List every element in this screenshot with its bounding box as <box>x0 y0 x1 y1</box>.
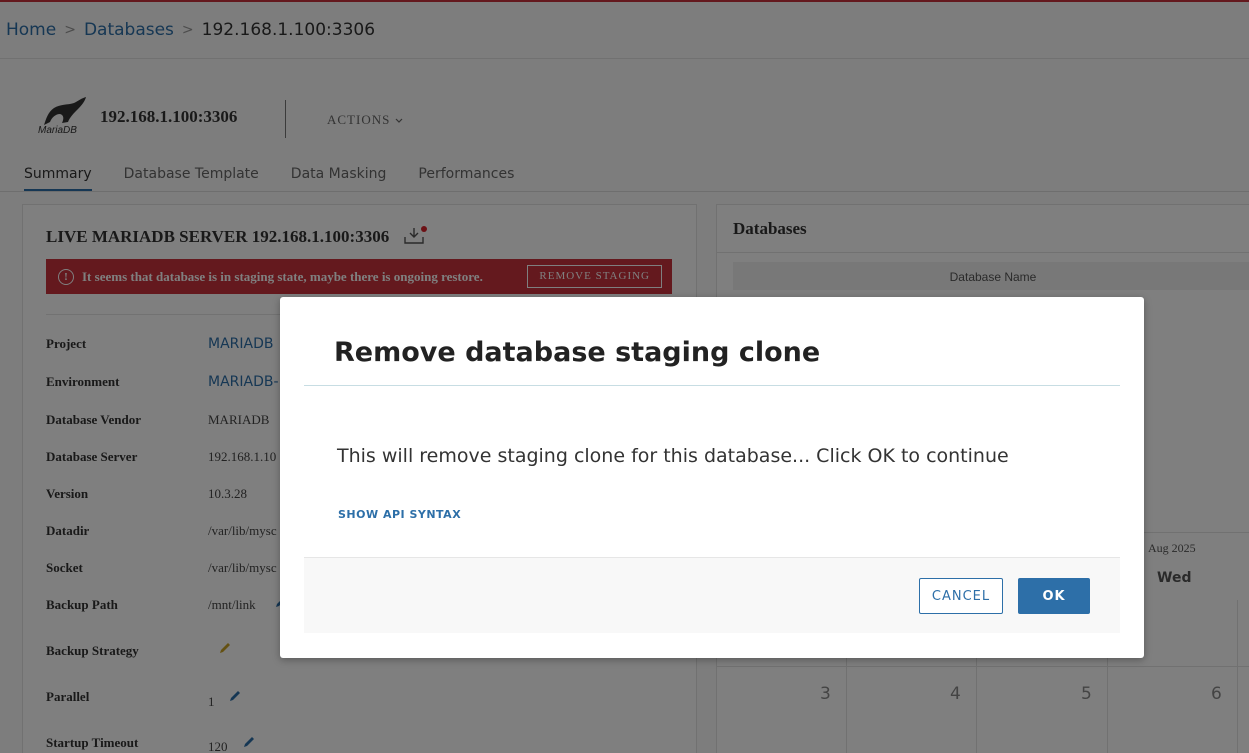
dialog-footer: CANCEL OK <box>304 557 1120 633</box>
remove-staging-dialog: Remove database staging clone This will … <box>280 297 1144 658</box>
ok-button[interactable]: OK <box>1018 578 1090 614</box>
show-api-syntax-link[interactable]: SHOW API SYNTAX <box>338 508 461 521</box>
cancel-button[interactable]: CANCEL <box>919 578 1003 614</box>
dialog-message: This will remove staging clone for this … <box>337 445 1009 467</box>
dialog-title-divider <box>304 385 1120 386</box>
dialog-title: Remove database staging clone <box>334 337 821 368</box>
